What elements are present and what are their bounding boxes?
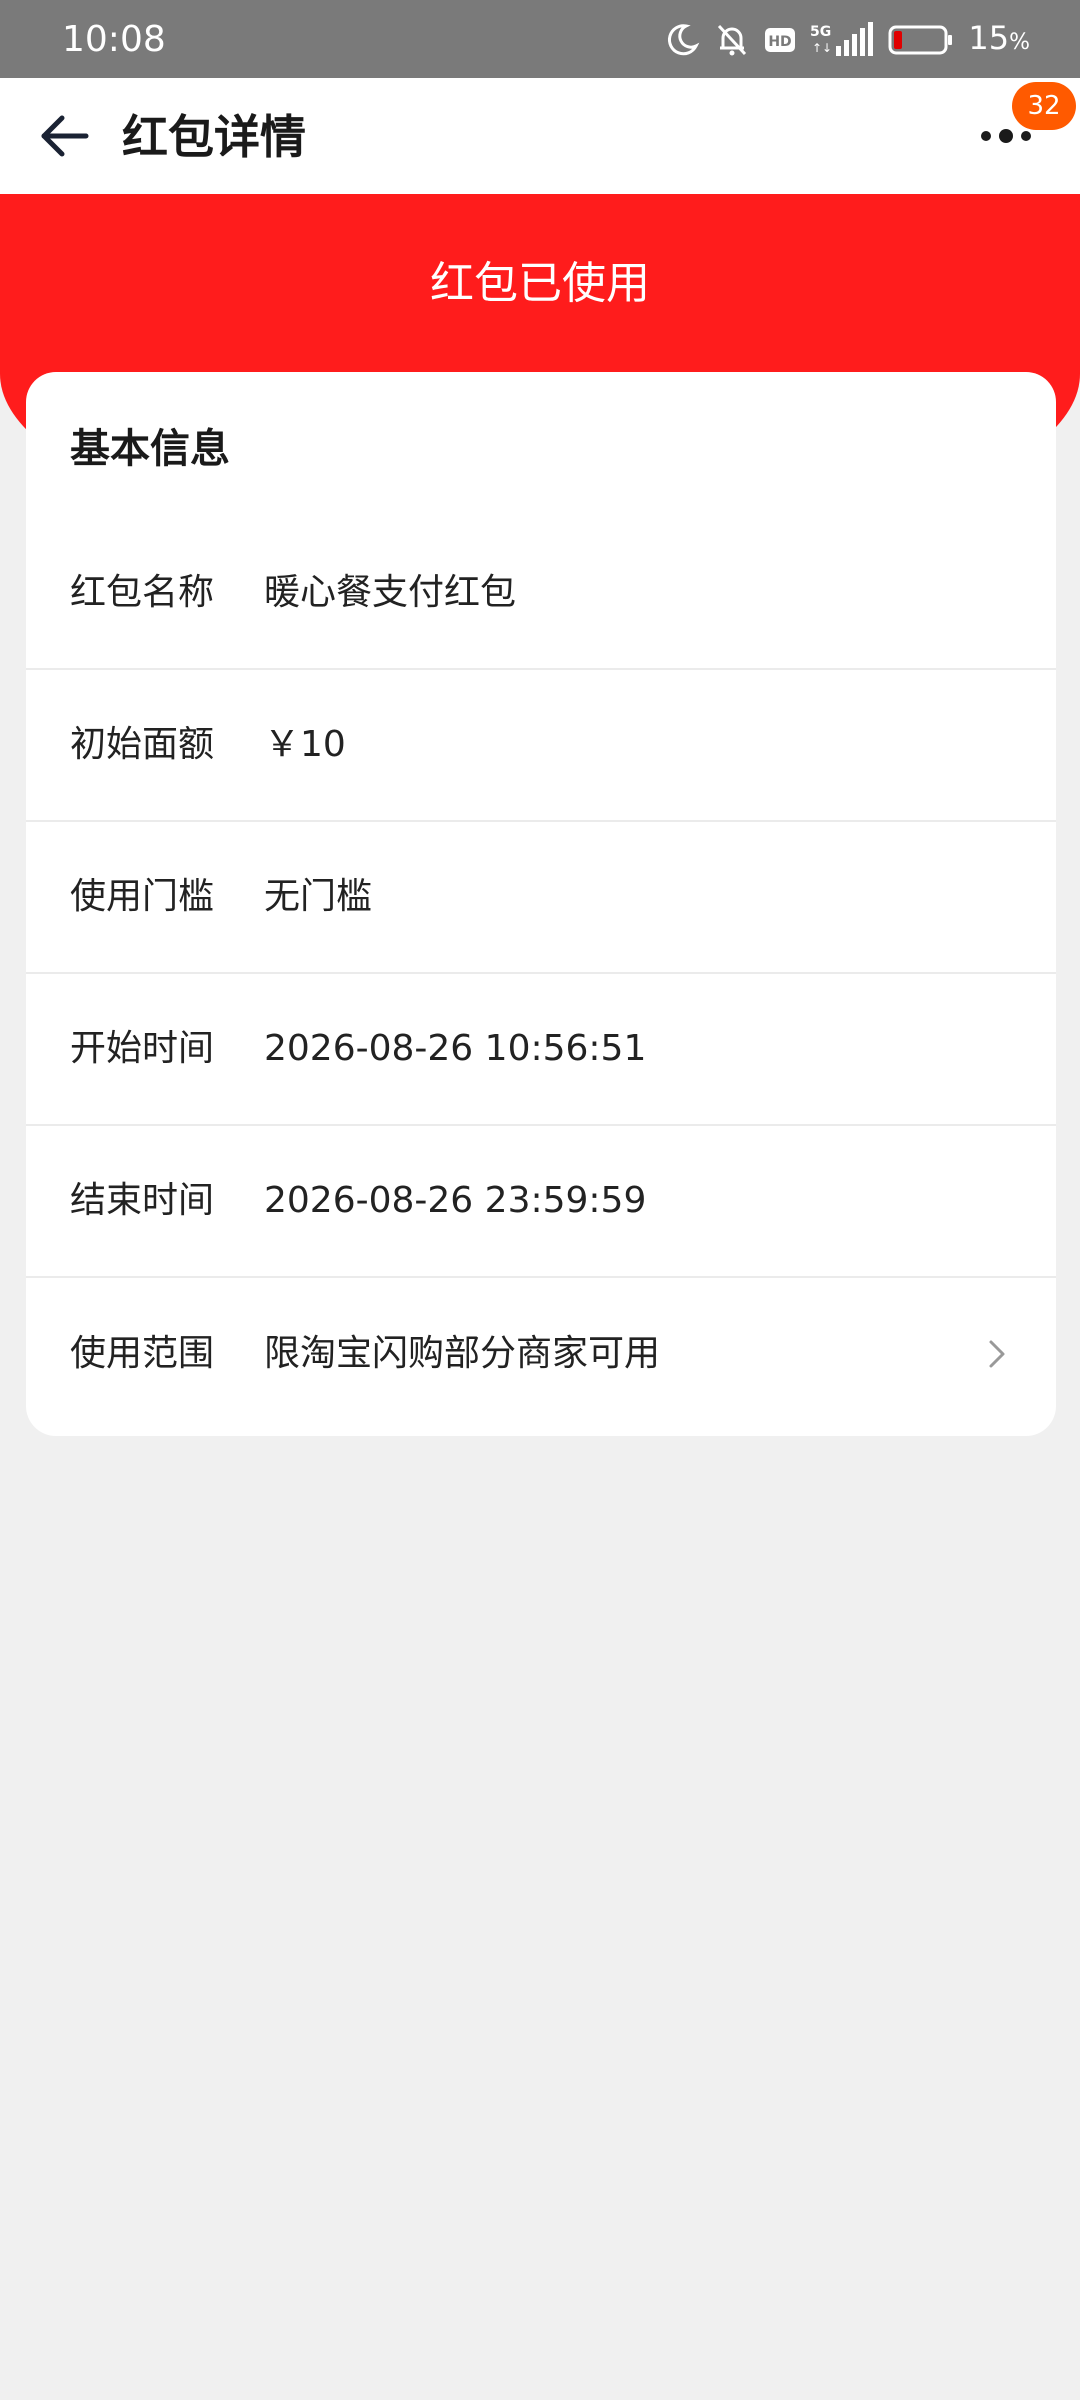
- notification-badge: 32: [1012, 82, 1076, 130]
- bell-off-icon: [718, 24, 747, 56]
- status-bar: 10:08 HD 5G ↑↓ 15%: [0, 0, 1080, 78]
- row-threshold: 使用门槛 无门槛: [26, 822, 1056, 974]
- signal-icon: 5G ↑↓: [810, 22, 874, 56]
- row-label: 使用门槛: [70, 876, 215, 917]
- redpacket-status: 红包已使用: [430, 258, 650, 309]
- row-initial-amount: 初始面额 ￥10: [26, 670, 1056, 822]
- battery-percent: 15%: [968, 18, 1030, 57]
- row-label: 初始面额: [70, 724, 215, 765]
- back-arrow-icon: [41, 115, 89, 157]
- row-label: 使用范围: [70, 1333, 215, 1374]
- row-value: 2026-08-26 10:56:51: [264, 1028, 647, 1069]
- status-time: 10:08: [62, 19, 166, 60]
- page-title: 红包详情: [122, 110, 306, 164]
- svg-text:↑↓: ↑↓: [812, 41, 832, 55]
- row-label: 开始时间: [70, 1028, 215, 1069]
- row-value: ￥10: [264, 724, 346, 765]
- svg-text:HD: HD: [769, 34, 792, 50]
- row-value: 暖心餐支付红包: [264, 572, 517, 613]
- row-start-time: 开始时间 2026-08-26 10:56:51: [26, 974, 1056, 1126]
- info-card: 基本信息 红包名称 暖心餐支付红包 初始面额 ￥10 使用门槛 无门槛 开始时间…: [26, 372, 1056, 1436]
- chevron-right-icon: [989, 1340, 1005, 1368]
- app-bar: 红包详情 32: [0, 78, 1080, 194]
- row-value: 限淘宝闪购部分商家可用: [264, 1333, 661, 1374]
- row-label: 结束时间: [70, 1180, 215, 1221]
- battery-icon: [888, 25, 953, 55]
- row-value: 2026-08-26 23:59:59: [264, 1180, 647, 1221]
- card-title: 基本信息: [70, 426, 230, 472]
- svg-text:5G: 5G: [810, 24, 831, 40]
- moon-icon: [668, 24, 700, 56]
- row-redpacket-name: 红包名称 暖心餐支付红包: [26, 518, 1056, 670]
- back-button[interactable]: [36, 106, 96, 166]
- row-usage-scope[interactable]: 使用范围 限淘宝闪购部分商家可用: [26, 1278, 1056, 1430]
- row-end-time: 结束时间 2026-08-26 23:59:59: [26, 1126, 1056, 1278]
- hd-icon: HD: [765, 28, 796, 52]
- row-label: 红包名称: [70, 572, 215, 613]
- row-value: 无门槛: [264, 876, 373, 917]
- status-icons: HD 5G ↑↓ 15%: [664, 18, 1030, 60]
